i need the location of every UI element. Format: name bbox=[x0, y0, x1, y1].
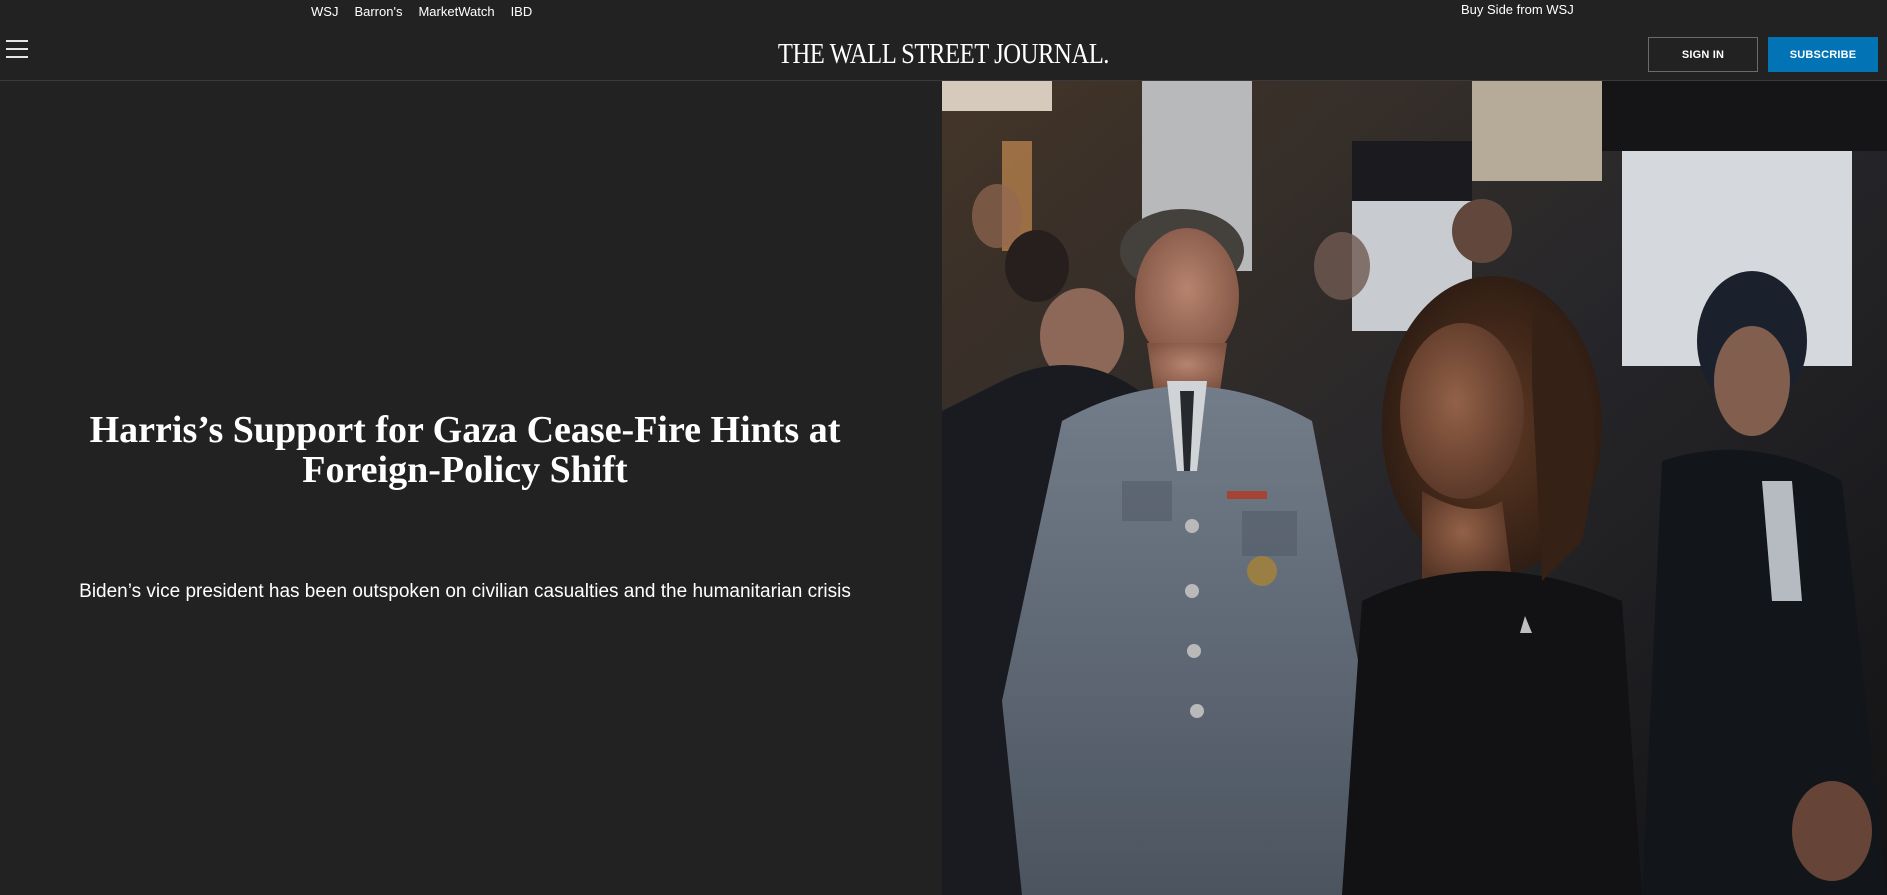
masthead: THE WALL STREET JOURNAL. SIGN IN SUBSCRI… bbox=[0, 22, 1887, 81]
brand-link-barrons[interactable]: Barron's bbox=[354, 4, 402, 19]
subscribe-button[interactable]: SUBSCRIBE bbox=[1768, 37, 1878, 72]
hero-dek: Biden’s vice president has been outspoke… bbox=[79, 581, 851, 602]
brand-links: WSJ Barron's MarketWatch IBD bbox=[311, 4, 532, 19]
hero-headline[interactable]: Harris’s Support for Gaza Cease-Fire Hin… bbox=[30, 410, 900, 490]
menu-icon[interactable] bbox=[6, 40, 28, 58]
brand-link-ibd[interactable]: IBD bbox=[511, 4, 533, 19]
site-logo[interactable]: THE WALL STREET JOURNAL. bbox=[113, 39, 1774, 71]
sign-in-button[interactable]: SIGN IN bbox=[1648, 37, 1758, 72]
utility-bar: WSJ Barron's MarketWatch IBD Buy Side fr… bbox=[0, 0, 1887, 22]
hero-photo[interactable] bbox=[942, 81, 1887, 895]
brand-link-wsj[interactable]: WSJ bbox=[311, 4, 338, 19]
hero-photo-illustration bbox=[942, 81, 1887, 895]
buy-side-link[interactable]: Buy Side from WSJ bbox=[1461, 2, 1574, 17]
brand-link-marketwatch[interactable]: MarketWatch bbox=[418, 4, 494, 19]
